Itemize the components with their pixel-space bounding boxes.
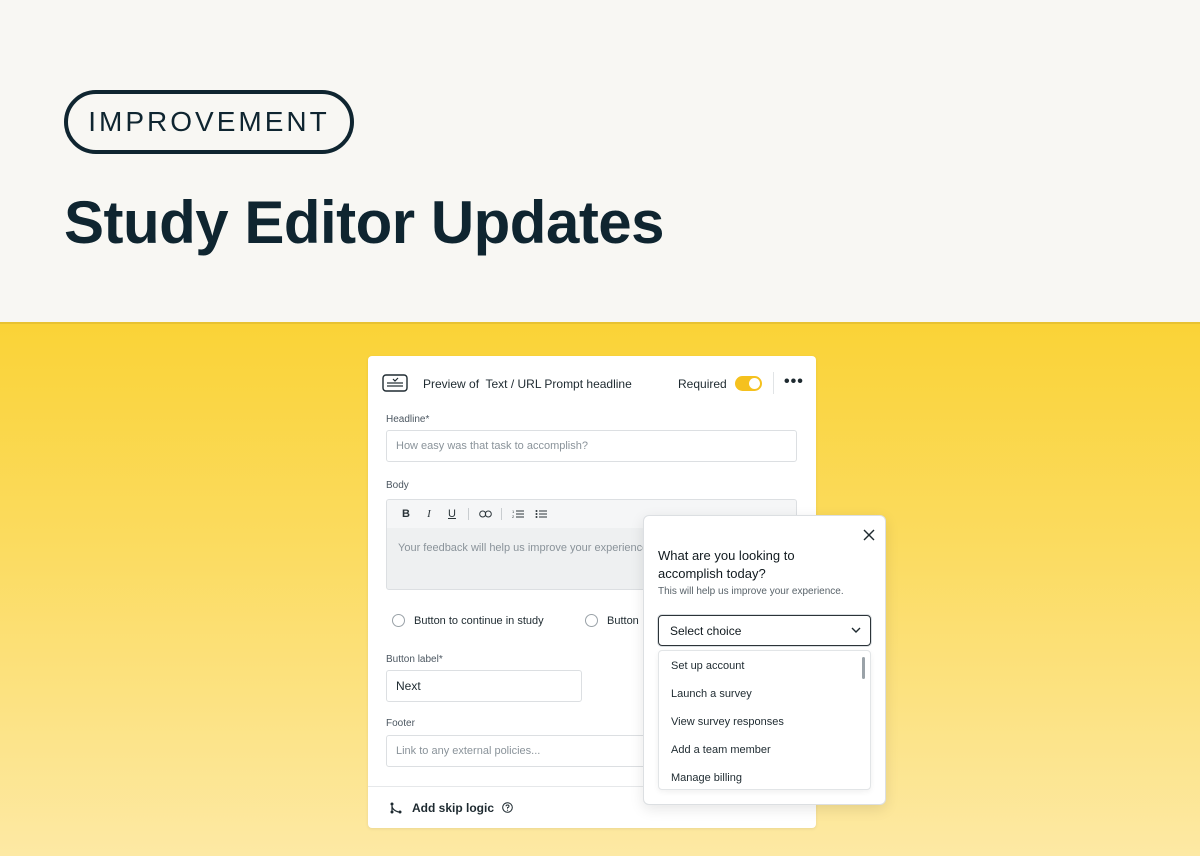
choice-dropdown: Set up account Launch a survey View surv… xyxy=(658,650,871,790)
required-toggle[interactable] xyxy=(735,376,762,391)
choice-select[interactable]: Select choice xyxy=(658,615,871,646)
toolbar-divider xyxy=(468,508,469,520)
select-value: Select choice xyxy=(670,623,742,638)
underline-icon[interactable]: U xyxy=(443,505,461,523)
headline-label: Headline* xyxy=(386,414,430,425)
add-skip-logic-button[interactable]: Add skip logic xyxy=(412,801,494,815)
bold-icon[interactable]: B xyxy=(397,505,415,523)
header-divider xyxy=(773,372,774,394)
title-prefix: Preview of xyxy=(423,377,480,391)
radio-circle[interactable] xyxy=(392,614,405,627)
radio-label: Button xyxy=(607,614,639,627)
italic-icon[interactable]: I xyxy=(420,505,438,523)
hero-section: IMPROVEMENT Study Editor Updates xyxy=(0,0,1200,322)
radio-continue[interactable]: Button to continue in study xyxy=(392,614,544,627)
radio-circle[interactable] xyxy=(585,614,598,627)
button-label-input[interactable]: Next xyxy=(386,670,582,702)
footer-label: Footer xyxy=(386,718,415,729)
body-placeholder: Your feedback will help us improve your … xyxy=(398,542,652,554)
dropdown-scrollbar[interactable] xyxy=(862,657,865,679)
bullet-list-icon[interactable] xyxy=(532,505,550,523)
body-label: Body xyxy=(386,480,409,491)
button-label-label: Button label* xyxy=(386,654,443,665)
editor-header: Preview of Text / URL Prompt headline Re… xyxy=(368,356,816,412)
link-icon[interactable] xyxy=(476,505,494,523)
chevron-down-icon xyxy=(851,627,861,633)
editor-title: Preview of Text / URL Prompt headline xyxy=(423,377,632,391)
title-main: Text / URL Prompt headline xyxy=(485,377,632,391)
radio-other[interactable]: Button xyxy=(585,614,639,627)
dropdown-option[interactable]: Launch a survey xyxy=(671,688,752,700)
branch-icon xyxy=(390,802,402,813)
survey-question: What are you looking to accomplish today… xyxy=(658,548,795,581)
dropdown-option[interactable]: Add a team member xyxy=(671,744,771,756)
dropdown-option[interactable]: View survey responses xyxy=(671,716,784,728)
ordered-list-icon[interactable]: 12 xyxy=(509,505,527,523)
headline-input[interactable]: How easy was that task to accomplish? xyxy=(386,430,797,462)
toggle-knob xyxy=(749,378,760,389)
required-label: Required xyxy=(678,377,727,391)
radio-label: Button to continue in study xyxy=(414,614,544,627)
survey-subtext: This will help us improve your experienc… xyxy=(658,586,844,597)
category-tag: IMPROVEMENT xyxy=(64,90,354,154)
toolbar-divider xyxy=(501,508,502,520)
more-icon[interactable]: ••• xyxy=(784,373,804,391)
help-icon[interactable] xyxy=(502,802,513,813)
survey-popup: What are you looking to accomplish today… xyxy=(643,515,886,805)
page-title: Study Editor Updates xyxy=(64,189,665,256)
dropdown-option[interactable]: Manage billing xyxy=(671,772,742,784)
close-icon[interactable] xyxy=(863,529,875,541)
dropdown-option[interactable]: Set up account xyxy=(671,660,744,672)
svg-text:2: 2 xyxy=(512,514,515,519)
prompt-icon xyxy=(382,374,408,392)
